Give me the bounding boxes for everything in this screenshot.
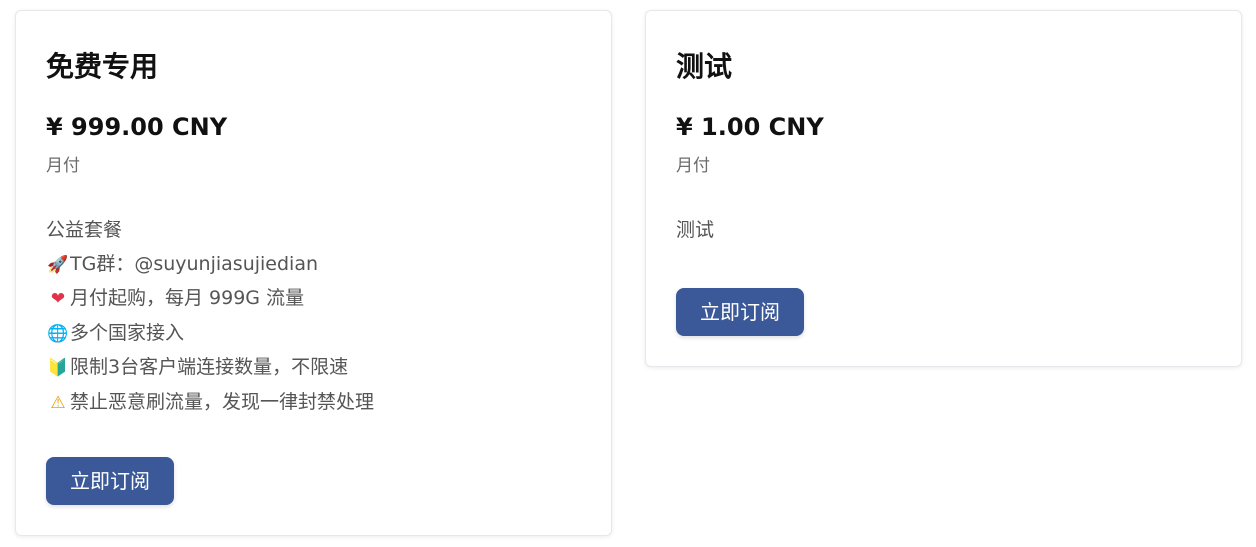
plan-price: ¥ 1.00 CNY [676, 113, 824, 141]
description-line: 🔰限制3台客户端连接数量，不限速 [46, 351, 374, 386]
description-line: 🌐多个国家接入 [46, 317, 374, 352]
globe-icon: 🌐 [47, 323, 69, 344]
plan-period: 月付 [46, 156, 80, 176]
description-line: ⚠ 禁止恶意刷流量，发现一律封禁处理 [46, 386, 374, 421]
description-text: 禁止恶意刷流量，发现一律封禁处理 [70, 390, 375, 413]
plan-description: 公益套餐 🚀TG群：@suyunjiasujiedian ❤ 月付起购，每月 99… [46, 214, 374, 421]
description-line: ❤ 月付起购，每月 999G 流量 [46, 282, 374, 317]
description-text: 月付起购，每月 999G 流量 [70, 287, 305, 310]
beginner-icon: 🔰 [47, 358, 69, 379]
description-text: TG群：@suyunjiasujiedian [70, 252, 319, 275]
description-heading: 公益套餐 [46, 219, 123, 241]
plan-title: 免费专用 [46, 50, 159, 83]
plan-price: ¥ 999.00 CNY [46, 113, 228, 141]
plan-description: 测试 [676, 214, 714, 248]
plans-grid: 免费专用 ¥ 999.00 CNY 月付 公益套餐 🚀TG群：@suyunjia… [0, 0, 1256, 547]
plan-card-test: 测试 ¥ 1.00 CNY 月付 测试 立即订阅 [645, 10, 1242, 367]
plan-card-free: 免费专用 ¥ 999.00 CNY 月付 公益套餐 🚀TG群：@suyunjia… [15, 10, 612, 536]
rocket-icon: 🚀 [47, 254, 69, 275]
warning-icon: ⚠ [50, 392, 66, 413]
description-line: 🚀TG群：@suyunjiasujiedian [46, 248, 374, 283]
subscribe-button[interactable]: 立即订阅 [46, 457, 174, 505]
plan-period: 月付 [676, 156, 710, 176]
description-text: 多个国家接入 [70, 321, 185, 344]
plan-title: 测试 [676, 50, 733, 83]
heart-icon: ❤ [50, 289, 66, 310]
subscribe-button[interactable]: 立即订阅 [676, 288, 804, 336]
description-heading: 测试 [676, 219, 715, 241]
description-text: 限制3台客户端连接数量，不限速 [70, 356, 349, 379]
